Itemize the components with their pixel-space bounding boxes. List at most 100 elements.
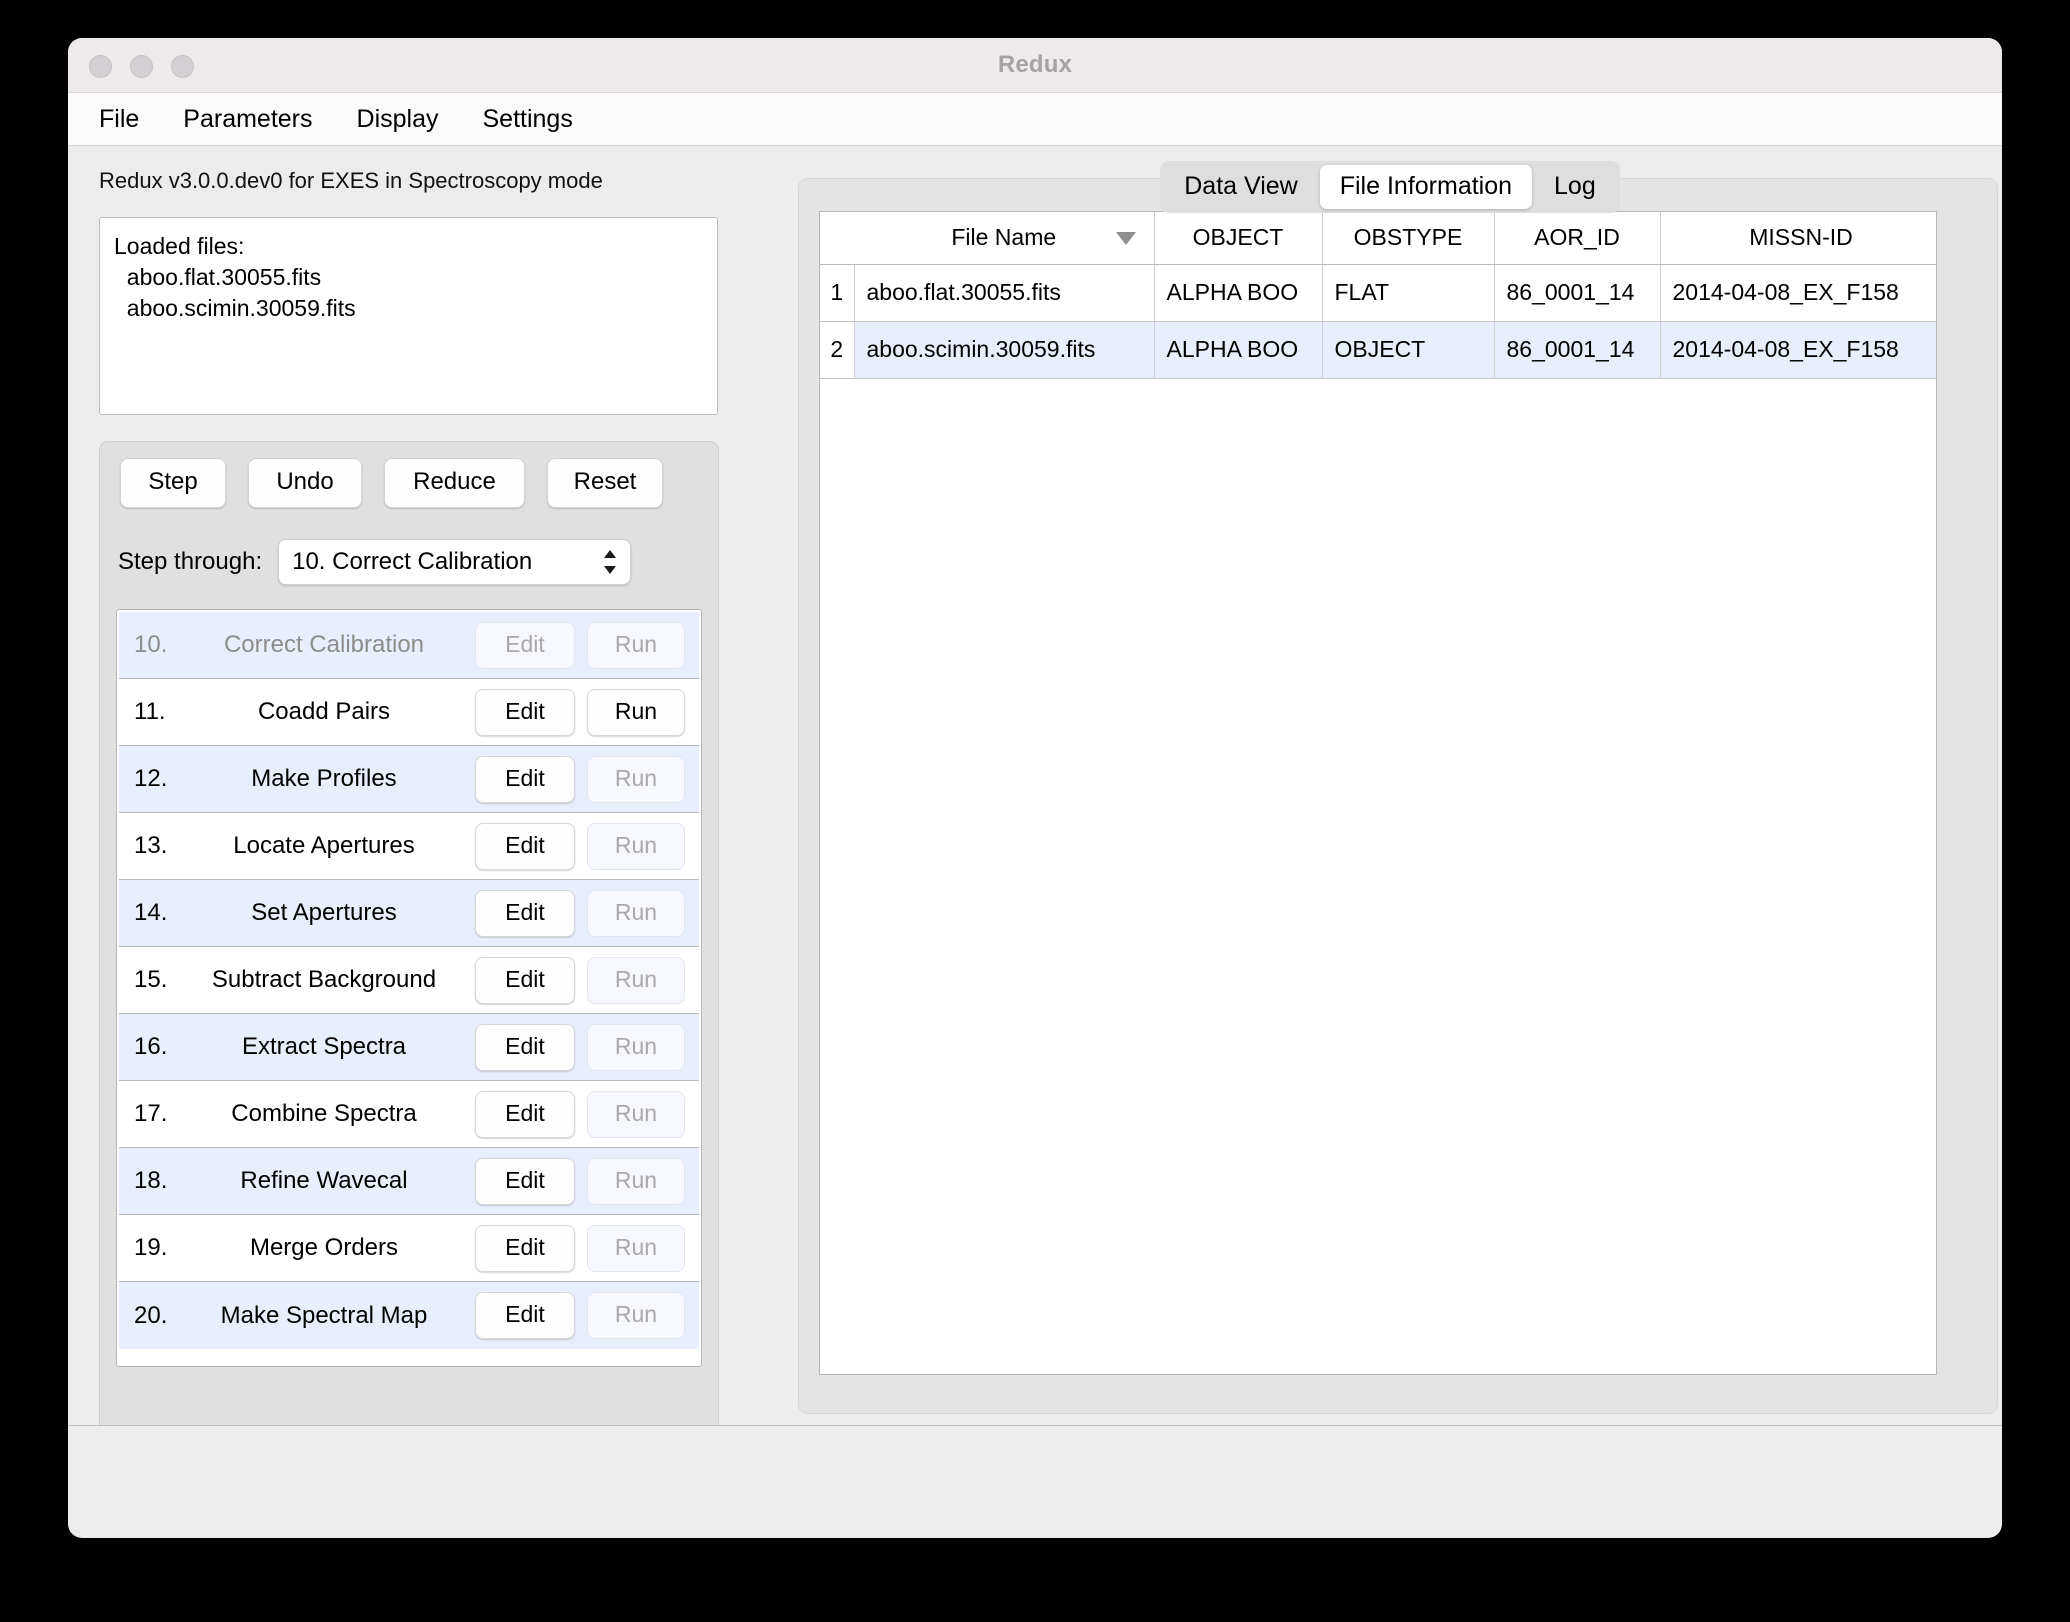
step-edit-button[interactable]: Edit [475,890,575,937]
loaded-files-heading: Loaded files: [114,231,703,262]
status-bar [68,1425,2002,1482]
control-panel: Step Undo Reduce Reset Step through: 10.… [99,441,719,1441]
step-row[interactable]: 12.Make ProfilesEdit Run [119,746,699,813]
column-header-aor_id[interactable]: AOR_ID [1494,212,1660,264]
tab-file-information[interactable]: File Information [1320,165,1532,209]
tab-log[interactable]: Log [1534,165,1616,209]
table-cell-object: ALPHA BOO [1154,321,1322,378]
table-cell-obstype: OBJECT [1322,321,1494,378]
step-number: 20. [119,1302,181,1330]
column-header-label: File Name [951,224,1056,250]
step-run-button: Run [587,1292,685,1339]
menu-item-file[interactable]: File [93,103,145,136]
step-edit-button[interactable]: Edit [475,823,575,870]
step-number: 16. [119,1033,181,1061]
step-edit-button[interactable]: Edit [475,1091,575,1138]
step-button[interactable]: Step [120,458,226,508]
window-title: Redux [68,51,2002,79]
step-number: 11. [119,698,181,726]
step-edit-button[interactable]: Edit [475,1024,575,1071]
file-information-panel: File Name OBJECT OBSTYPE AOR_ID MISSN-ID 1ab… [798,178,1998,1414]
step-edit-button[interactable]: Edit [475,689,575,736]
menu-item-display[interactable]: Display [351,103,445,136]
step-edit-button[interactable]: Edit [475,1225,575,1272]
column-header-rownum[interactable] [820,212,854,264]
column-header-label: AOR_ID [1534,224,1620,250]
tab-data-view[interactable]: Data View [1164,165,1318,209]
step-edit-button: Edit [475,622,575,669]
step-row[interactable]: 11.Coadd PairsEdit Run [119,679,699,746]
step-row[interactable]: 16.Extract SpectraEdit Run [119,1014,699,1081]
column-header-label: MISSN-ID [1749,224,1853,250]
chevron-up-down-icon [602,548,618,576]
table-cell-aor_id: 86_0001_14 [1494,321,1660,378]
step-run-button: Run [587,756,685,803]
column-header-label: OBSTYPE [1354,224,1463,250]
reset-button[interactable]: Reset [547,458,663,508]
table-cell-rownum: 2 [820,321,854,378]
version-label: Redux v3.0.0.dev0 for EXES in Spectrosco… [99,168,736,194]
step-row[interactable]: 13.Locate AperturesEditRun [119,813,699,880]
menu-bar: File Parameters Display Settings [68,93,2002,146]
table-cell-missn_id: 2014-04-08_EX_F158 [1660,321,1937,378]
step-row[interactable]: 14.Set AperturesEdit Run [119,880,699,947]
column-header-label: OBJECT [1193,224,1284,250]
step-row[interactable]: 17.Combine SpectraEdit Run [119,1081,699,1148]
step-row[interactable]: 19.Merge OrdersEditRun [119,1215,699,1282]
step-run-button: Run [587,622,685,669]
step-name: Correct Calibration [181,631,475,659]
table-row[interactable]: 1aboo.flat.30055.fitsALPHA BOOFLAT86_000… [820,264,1937,321]
column-header-object[interactable]: OBJECT [1154,212,1322,264]
step-run-button: Run [587,890,685,937]
step-number: 12. [119,765,181,793]
step-run-button: Run [587,1024,685,1071]
menu-item-settings[interactable]: Settings [477,103,579,136]
step-row[interactable]: 10.Correct CalibrationEditRun [119,612,699,679]
step-name: Combine Spectra [181,1100,475,1128]
step-through-row: Step through: 10. Correct Calibration [114,539,704,585]
step-edit-button[interactable]: Edit [475,1292,575,1339]
left-column: Redux v3.0.0.dev0 for EXES in Spectrosco… [86,146,736,1441]
table-cell-aor_id: 86_0001_14 [1494,264,1660,321]
column-header-obstype[interactable]: OBSTYPE [1322,212,1494,264]
menu-item-parameters[interactable]: Parameters [177,103,318,136]
step-edit-button[interactable]: Edit [475,756,575,803]
step-name: Coadd Pairs [181,698,475,726]
undo-button[interactable]: Undo [248,458,362,508]
reduce-button[interactable]: Reduce [384,458,525,508]
step-list[interactable]: 10.Correct CalibrationEditRun11.Coadd Pa… [116,609,702,1367]
step-name: Locate Apertures [181,832,475,860]
loaded-files-box: Loaded files: aboo.flat.30055.fits aboo.… [99,217,718,415]
step-number: 19. [119,1234,181,1262]
step-name: Make Profiles [181,765,475,793]
step-number: 14. [119,899,181,927]
step-number: 17. [119,1100,181,1128]
tab-bar: Data View File Information Log [798,161,1982,213]
step-row[interactable]: 18.Refine WavecalEditRun [119,1148,699,1215]
step-edit-button[interactable]: Edit [475,1158,575,1205]
title-bar: Redux [68,38,2002,93]
column-header-missn_id[interactable]: MISSN-ID [1660,212,1937,264]
step-run-button[interactable]: Run [587,689,685,736]
column-header-filename[interactable]: File Name [854,212,1154,264]
step-name: Set Apertures [181,899,475,927]
table-cell-missn_id: 2014-04-08_EX_F158 [1660,264,1937,321]
step-number: 15. [119,966,181,994]
step-row[interactable]: 15.Subtract BackgroundEditRun [119,947,699,1014]
step-run-button: Run [587,1091,685,1138]
table-cell-filename: aboo.scimin.30059.fits [854,321,1154,378]
step-through-select[interactable]: 10. Correct Calibration [278,539,631,585]
sort-descending-icon [1116,232,1136,245]
file-table-viewport[interactable]: File Name OBJECT OBSTYPE AOR_ID MISSN-ID 1ab… [819,211,1937,1375]
table-row[interactable]: 2aboo.scimin.30059.fitsALPHA BOOOBJECT86… [820,321,1937,378]
step-edit-button[interactable]: Edit [475,957,575,1004]
step-row[interactable]: 20.Make Spectral MapEdit Run [119,1282,699,1349]
step-name: Make Spectral Map [181,1302,475,1330]
action-button-row: Step Undo Reduce Reset [114,458,704,508]
step-run-button: Run [587,1158,685,1205]
tab-group: Data View File Information Log [1160,161,1620,213]
step-name: Extract Spectra [181,1033,475,1061]
file-table-body: 1aboo.flat.30055.fitsALPHA BOOFLAT86_000… [820,264,1937,378]
step-through-value: 10. Correct Calibration [279,548,532,576]
table-cell-rownum: 1 [820,264,854,321]
